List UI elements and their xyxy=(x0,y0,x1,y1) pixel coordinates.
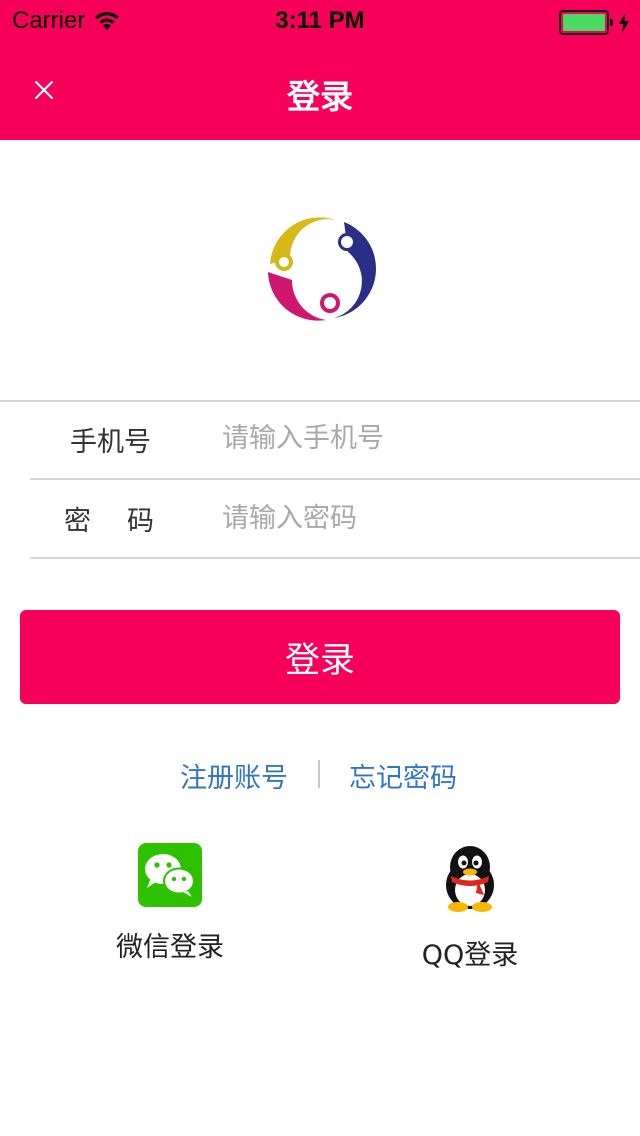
wechat-bubbles xyxy=(145,854,195,897)
phone-input[interactable] xyxy=(222,413,612,463)
form-divider-middle xyxy=(30,478,640,480)
qq-penguin-icon xyxy=(446,846,494,912)
login-button[interactable]: 登录 xyxy=(20,610,620,704)
status-bar: Carrier 3:11 PM xyxy=(0,0,640,40)
links-divider xyxy=(318,760,320,788)
form-divider-bottom xyxy=(30,557,640,559)
battery-fill xyxy=(563,14,605,31)
form-divider-top xyxy=(0,400,640,402)
account-links: 注册账号 忘记密码 xyxy=(0,756,640,796)
wechat-icon xyxy=(138,843,202,907)
battery-cap xyxy=(610,19,613,26)
battery-indicator xyxy=(559,10,630,35)
wechat-login-label: 微信登录 xyxy=(116,932,224,963)
charging-bolt-icon xyxy=(619,12,629,33)
password-input[interactable] xyxy=(222,493,612,543)
forgot-password-link[interactable]: 忘记密码 xyxy=(349,756,457,795)
qq-login-label: QQ登录 xyxy=(421,940,519,971)
phone-label: 手机号 xyxy=(70,427,151,458)
header-bar: Carrier 3:11 PM 登录 xyxy=(0,0,640,140)
register-link[interactable]: 注册账号 xyxy=(180,756,288,795)
page-title: 登录 xyxy=(287,77,353,116)
battery-icon xyxy=(559,10,609,35)
wechat-login-button[interactable]: 微信登录 xyxy=(100,843,240,964)
status-time: 3:11 PM xyxy=(275,7,365,34)
qq-login-button[interactable]: QQ登录 xyxy=(400,843,540,972)
app-logo xyxy=(267,217,376,323)
password-label: 密码 xyxy=(64,506,190,537)
